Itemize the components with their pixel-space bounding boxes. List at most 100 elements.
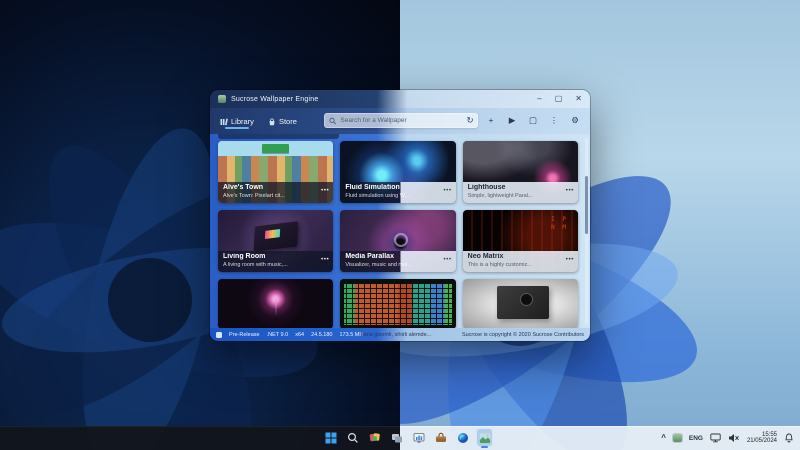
scrollbar-thumb[interactable] [585, 176, 588, 234]
card-subtitle: Alve's Town: Pixelart cit... [223, 193, 328, 200]
toolbox-button[interactable] [432, 428, 449, 447]
card-title: Alve's Town [223, 184, 328, 193]
card-more-button[interactable]: ••• [566, 187, 574, 194]
wallpaper-card-lighthouse[interactable]: Lighthouse Simple, lightweight Paral... … [463, 141, 578, 203]
task-view-button[interactable] [388, 428, 405, 447]
sucrose-taskbar-button[interactable] [476, 428, 493, 447]
card-more-button[interactable]: ••• [321, 187, 329, 194]
card-subtitle: Simple, lightweight Paral... [468, 193, 573, 200]
tab-store-label: Store [279, 117, 297, 126]
edge-icon [457, 432, 469, 444]
search-icon [347, 432, 359, 444]
minimize-button[interactable]: – [537, 95, 541, 103]
wallpaper-card-periodic-table[interactable] [340, 279, 455, 328]
library-icon [220, 118, 228, 126]
close-button[interactable]: ✕ [575, 95, 582, 103]
desktop: Sucrose Wallpaper Engine – ▢ ✕ Library S… [0, 0, 800, 450]
display-button[interactable]: ▢ [527, 113, 539, 127]
taskbar: ^ ENG 15:55 21/05/2024 [0, 426, 800, 450]
notification-bell-icon[interactable] [784, 433, 794, 444]
card-caption: Media Parallax Visualizer, music and mot… [340, 251, 455, 272]
release-badge: Pre-Release [229, 332, 260, 338]
volume-muted-icon[interactable] [728, 433, 740, 443]
wallpaper-card-living-room[interactable]: Living Room A living room with music,...… [218, 210, 333, 272]
widgets-button[interactable] [366, 428, 383, 447]
card-subtitle: A living room with music,... [223, 262, 328, 269]
wallpaper-card-alves-town[interactable]: Alve's Town Alve's Town: Pixelart cit...… [218, 141, 333, 203]
jellyfish-thumbnail [218, 279, 333, 328]
library-scrollbar[interactable] [585, 138, 588, 324]
card-more-button[interactable]: ••• [566, 256, 574, 263]
taskbar-search-button[interactable] [344, 428, 361, 447]
copyright-text: Sucrose is copyright © 2020 Sucrose Cont… [462, 332, 584, 338]
card-title: Living Room [223, 253, 328, 262]
wallpaper-card-motherboard[interactable] [463, 279, 578, 328]
toolbox-icon [435, 432, 447, 444]
window-navbar: Library Store ↻ + ▶ ▢ ⋮ [210, 108, 590, 134]
wallpaper-card-jellyfish[interactable] [218, 279, 333, 328]
card-more-button[interactable]: ••• [443, 187, 451, 194]
kebab-menu-button[interactable]: ⋮ [548, 113, 560, 127]
clock-date: 21/05/2024 [747, 438, 777, 445]
version-label: 24.5.180 [311, 332, 332, 338]
nav-actions: ↻ + ▶ ▢ ⋮ ⚙ [464, 113, 581, 127]
start-button[interactable] [322, 428, 339, 447]
play-button[interactable]: ▶ [506, 113, 518, 127]
card-title: Media Parallax [345, 253, 450, 262]
card-caption: Neo Matrix This is a highly customiz... … [463, 251, 578, 272]
arch-label: x64 [295, 332, 304, 338]
window-statusbar: Pre-Release .NET 9.0 x64 24.5.180 173.5 … [210, 328, 590, 341]
task-manager-button[interactable] [410, 428, 427, 447]
sucrose-window: Sucrose Wallpaper Engine – ▢ ✕ Library S… [210, 90, 590, 341]
card-caption: Alve's Town Alve's Town: Pixelart cit...… [218, 182, 333, 203]
language-indicator[interactable]: ENG [689, 435, 703, 442]
card-caption: Living Room A living room with music,...… [218, 251, 333, 272]
tab-library[interactable]: Library [219, 113, 255, 129]
add-wallpaper-button[interactable]: + [485, 113, 497, 127]
periodic-table-thumbnail [340, 279, 455, 328]
library-content: ⋯ Alve's Town Alve's Town: Pixelart cit.… [210, 134, 590, 328]
card-more-button[interactable]: ••• [321, 256, 329, 263]
maximize-button[interactable]: ▢ [555, 95, 563, 103]
runtime-label: .NET 9.0 [267, 332, 289, 338]
search-icon [329, 117, 336, 125]
tray-overflow-button[interactable]: ^ [661, 434, 666, 442]
tab-library-label: Library [231, 117, 254, 126]
wallpaper-card-media-parallax[interactable]: Media Parallax Visualizer, music and mot… [340, 210, 455, 272]
card-title: Neo Matrix [468, 253, 573, 262]
window-titlebar[interactable]: Sucrose Wallpaper Engine – ▢ ✕ [210, 90, 590, 108]
card-more-button[interactable]: ••• [443, 256, 451, 263]
card-caption: Fluid Simulation Fluid simulation using … [340, 182, 455, 203]
statusbar-message: Sana gizemli, sihirli alemde... [360, 332, 431, 338]
task-view-icon [391, 432, 403, 444]
previous-row-edge: ⋯ [218, 134, 339, 139]
card-subtitle: This is a highly customiz... [468, 262, 573, 269]
search-input[interactable] [336, 117, 473, 124]
wallpaper-card-neo-matrix[interactable]: Neo Matrix This is a highly customiz... … [463, 210, 578, 272]
sucrose-app-icon [218, 95, 226, 103]
sucrose-tray-icon[interactable] [673, 434, 682, 442]
wallpaper-card-fluid-simulation[interactable]: Fluid Simulation Fluid simulation using … [340, 141, 455, 203]
network-icon[interactable] [710, 433, 721, 443]
clock[interactable]: 15:55 21/05/2024 [747, 432, 777, 445]
card-title: Lighthouse [468, 184, 573, 193]
tab-store[interactable]: Store [267, 113, 298, 129]
statusbar-left: Pre-Release .NET 9.0 x64 24.5.180 173.5 … [216, 332, 363, 338]
card-subtitle: Visualizer, music and mot... [345, 262, 450, 269]
edge-browser-button[interactable] [454, 428, 471, 447]
refresh-button[interactable]: ↻ [464, 113, 476, 127]
wallpaper-search[interactable] [324, 113, 478, 128]
windows-logo-icon [325, 432, 337, 444]
task-manager-icon [413, 432, 425, 444]
card-caption: Lighthouse Simple, lightweight Paral... … [463, 182, 578, 203]
card-subtitle: Fluid simulation using W... [345, 193, 450, 200]
motherboard-thumbnail [463, 279, 578, 328]
settings-button[interactable]: ⚙ [569, 113, 581, 127]
taskbar-center-icons [322, 428, 493, 447]
system-tray: ^ ENG 15:55 21/05/2024 [661, 426, 794, 450]
store-icon [268, 118, 276, 126]
sucrose-photo-icon [479, 432, 491, 444]
statusbar-app-icon [216, 332, 222, 338]
widgets-icon [369, 432, 381, 444]
window-title: Sucrose Wallpaper Engine [231, 96, 318, 103]
